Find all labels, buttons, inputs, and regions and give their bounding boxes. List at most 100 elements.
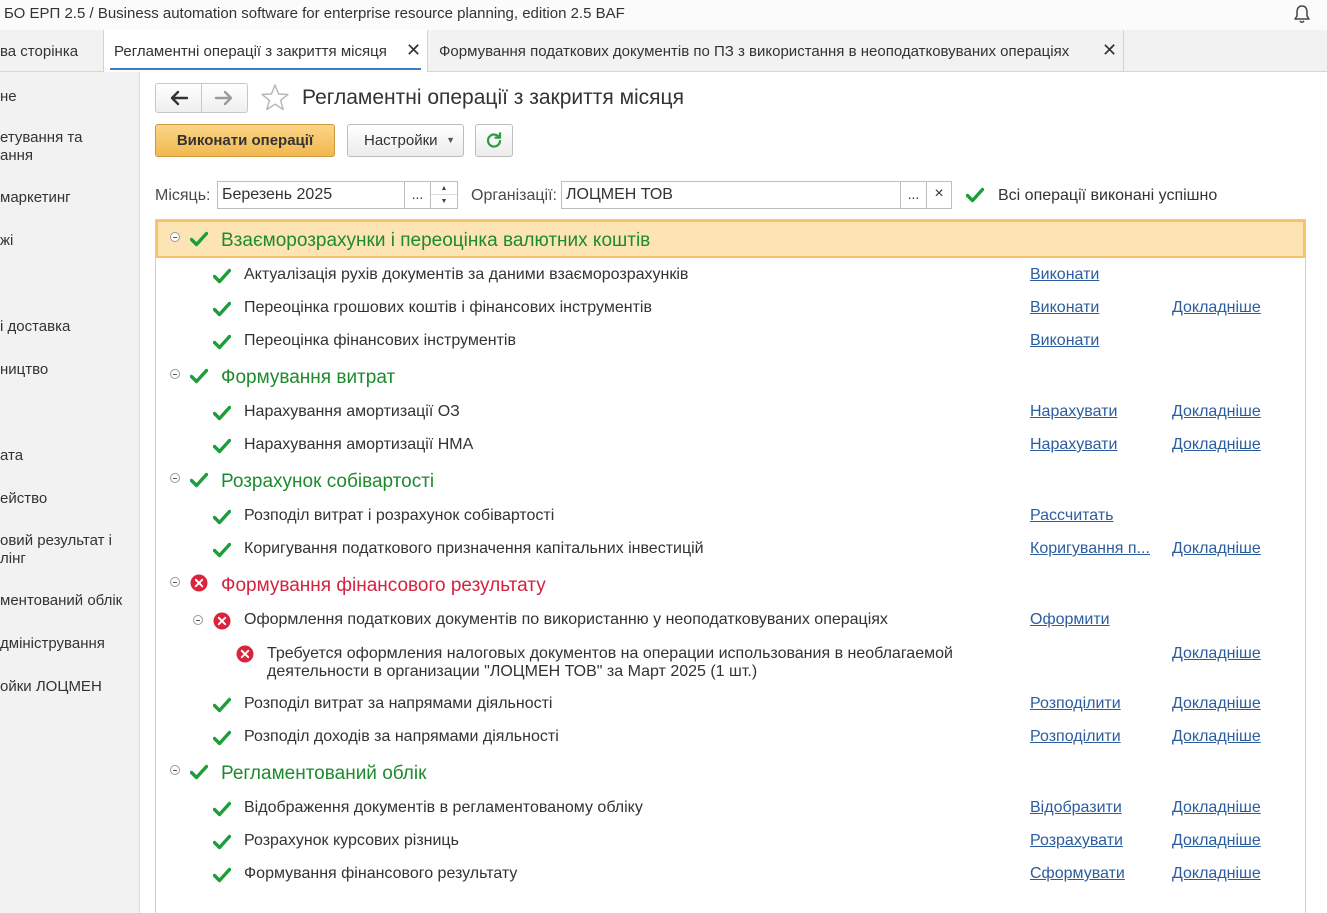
operation-action-link[interactable]: Виконати <box>1030 299 1099 317</box>
group-title: Формування витрат <box>221 367 396 388</box>
operation-label: Формування фінансового результату <box>244 865 518 882</box>
collapse-icon[interactable] <box>170 232 180 242</box>
check-icon <box>190 368 208 384</box>
forward-button[interactable] <box>202 84 248 112</box>
details-link[interactable]: Докладніше <box>1172 728 1261 746</box>
operation-label: Коригування податкового призначення капі… <box>244 540 704 557</box>
details-link[interactable]: Докладніше <box>1172 695 1261 713</box>
status-message: Всі операції виконані успішно <box>998 187 1218 204</box>
operation-action-link[interactable]: Розподілити <box>1030 695 1121 713</box>
check-icon <box>190 231 208 247</box>
check-icon <box>213 509 231 525</box>
check-icon <box>213 834 231 850</box>
active-tab-indicator <box>110 68 421 70</box>
group-title: Регламентований облік <box>221 763 427 784</box>
details-link[interactable]: Докладніше <box>1172 645 1261 663</box>
stepper-down-icon[interactable]: ▼ <box>431 195 457 208</box>
details-link[interactable]: Докладніше <box>1172 436 1261 454</box>
sidebar-item[interactable]: не <box>0 88 139 106</box>
month-label: Місяць: <box>155 187 211 204</box>
details-link[interactable]: Докладніше <box>1172 865 1261 883</box>
operation-label: Переоцінка фінансових інструментів <box>244 332 516 349</box>
details-link[interactable]: Докладніше <box>1172 799 1261 817</box>
check-icon <box>213 730 231 746</box>
operation-action-link[interactable]: Рассчитать <box>1030 507 1114 525</box>
details-link[interactable]: Докладніше <box>1172 832 1261 850</box>
star-icon[interactable] <box>259 82 291 114</box>
details-link[interactable]: Докладніше <box>1172 540 1261 558</box>
operation-label: Розподіл витрат і розрахунок собівартост… <box>244 507 555 524</box>
operation-action-link[interactable]: Нарахувати <box>1030 436 1117 454</box>
sidebar-item[interactable]: ейство <box>0 490 139 508</box>
back-button[interactable] <box>156 84 202 112</box>
sidebar-item[interactable]: ництво <box>0 361 139 379</box>
organization-clear-button[interactable]: × <box>926 181 952 209</box>
operation-label: Нарахування амортизації НМА <box>244 436 474 453</box>
sidebar-item[interactable]: овий результат і лінг <box>0 532 139 568</box>
check-icon <box>213 801 231 817</box>
close-icon[interactable]: ✕ <box>406 40 421 61</box>
sidebar-item[interactable]: маркетинг <box>0 189 139 207</box>
tab-tax-documents[interactable]: Формування податкових документів по ПЗ з… <box>428 30 1124 72</box>
month-field[interactable]: Березень 2025 <box>217 181 405 209</box>
month-select-button[interactable]: ... <box>404 181 431 209</box>
sidebar-item[interactable]: дміністрування <box>0 635 139 653</box>
check-icon <box>190 764 208 780</box>
check-icon <box>213 268 231 284</box>
sidebar-item[interactable]: етування та ання <box>0 129 139 165</box>
settings-button-label: Настройки <box>364 132 438 149</box>
sidebar-item[interactable]: ойки ЛОЦМЕН <box>0 678 139 696</box>
check-icon <box>213 438 231 454</box>
operation-label: Оформлення податкових документів по вико… <box>244 611 888 628</box>
details-link[interactable]: Докладніше <box>1172 299 1261 317</box>
stepper-up-icon[interactable]: ▲ <box>431 182 457 195</box>
collapse-icon[interactable] <box>170 473 180 483</box>
bell-icon[interactable] <box>1291 3 1313 25</box>
operation-action-link[interactable]: Відобразити <box>1030 799 1122 817</box>
operation-label: Переоцінка грошових коштів і фінансових … <box>244 299 652 316</box>
operation-label: Розрахунок курсових різниць <box>244 832 459 849</box>
operation-action-link[interactable]: Виконати <box>1030 332 1099 350</box>
operation-label: Розподіл доходів за напрямами діяльності <box>244 728 559 745</box>
details-link[interactable]: Докладніше <box>1172 403 1261 421</box>
sidebar-item[interactable]: жі <box>0 232 139 250</box>
close-icon[interactable]: ✕ <box>1102 40 1117 61</box>
operation-action-link[interactable]: Розрахувати <box>1030 832 1123 850</box>
settings-button[interactable]: Настройки ▼ <box>347 124 464 157</box>
refresh-icon <box>486 132 502 148</box>
collapse-icon[interactable] <box>170 369 180 379</box>
organization-select-button[interactable]: ... <box>900 181 927 209</box>
check-icon <box>966 187 984 203</box>
error-icon <box>190 574 208 592</box>
operation-action-link[interactable]: Розподілити <box>1030 728 1121 746</box>
month-stepper[interactable]: ▲ ▼ <box>430 181 458 209</box>
tab-home[interactable]: ва сторінка <box>0 30 104 72</box>
check-icon <box>213 405 231 421</box>
sidebar-item[interactable]: ментований облік <box>0 592 139 610</box>
arrow-right-icon <box>214 90 233 106</box>
operation-action-link[interactable]: Сформувати <box>1030 865 1125 883</box>
sidebar-item[interactable]: і доставка <box>0 318 139 336</box>
operation-error-message: Требуется оформления налоговых документо… <box>267 645 953 680</box>
sidebar: не етування та ання маркетинг жі і достав… <box>0 72 140 913</box>
organization-field[interactable]: ЛОЦМЕН ТОВ <box>561 181 901 209</box>
error-icon <box>213 612 231 630</box>
collapse-icon[interactable] <box>193 615 203 625</box>
execute-operations-button[interactable]: Виконати операції <box>155 124 335 157</box>
operation-action-link[interactable]: Коригування п... <box>1030 540 1150 558</box>
operation-action-link[interactable]: Оформити <box>1030 611 1110 629</box>
arrow-left-icon <box>170 90 189 106</box>
check-icon <box>213 301 231 317</box>
group-title: Формування фінансового результату <box>221 575 546 596</box>
refresh-button[interactable] <box>475 124 513 157</box>
operation-action-link[interactable]: Нарахувати <box>1030 403 1117 421</box>
check-icon <box>213 334 231 350</box>
sidebar-item[interactable]: ата <box>0 447 139 465</box>
tab-closing-operations[interactable]: Регламентні операції з закриття місяця ✕ <box>104 30 428 72</box>
check-icon <box>213 697 231 713</box>
window-title: БО ЕРП 2.5 / Business automation softwar… <box>4 5 625 22</box>
operation-label: Відображення документів в регламентовано… <box>244 799 643 816</box>
collapse-icon[interactable] <box>170 765 180 775</box>
operation-action-link[interactable]: Виконати <box>1030 266 1099 284</box>
collapse-icon[interactable] <box>170 577 180 587</box>
